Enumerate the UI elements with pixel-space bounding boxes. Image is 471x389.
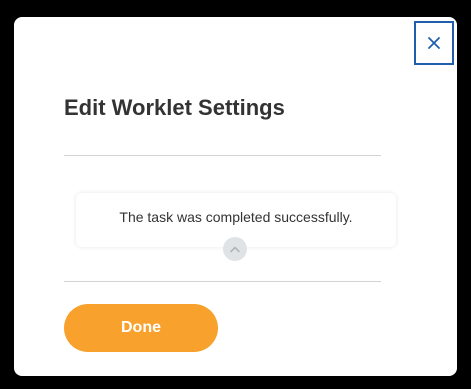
close-button[interactable] bbox=[414, 21, 454, 65]
divider bbox=[64, 155, 381, 156]
dialog-title: Edit Worklet Settings bbox=[64, 95, 285, 120]
close-icon bbox=[427, 36, 441, 50]
chevron-up-icon bbox=[229, 240, 241, 258]
divider bbox=[64, 281, 381, 282]
screen-frame: Edit Worklet Settings The task was compl… bbox=[0, 0, 471, 389]
edit-worklet-dialog: Edit Worklet Settings The task was compl… bbox=[14, 17, 457, 376]
success-message: The task was completed successfully. bbox=[119, 209, 353, 225]
collapse-button[interactable] bbox=[223, 237, 247, 261]
done-button[interactable]: Done bbox=[64, 304, 218, 352]
